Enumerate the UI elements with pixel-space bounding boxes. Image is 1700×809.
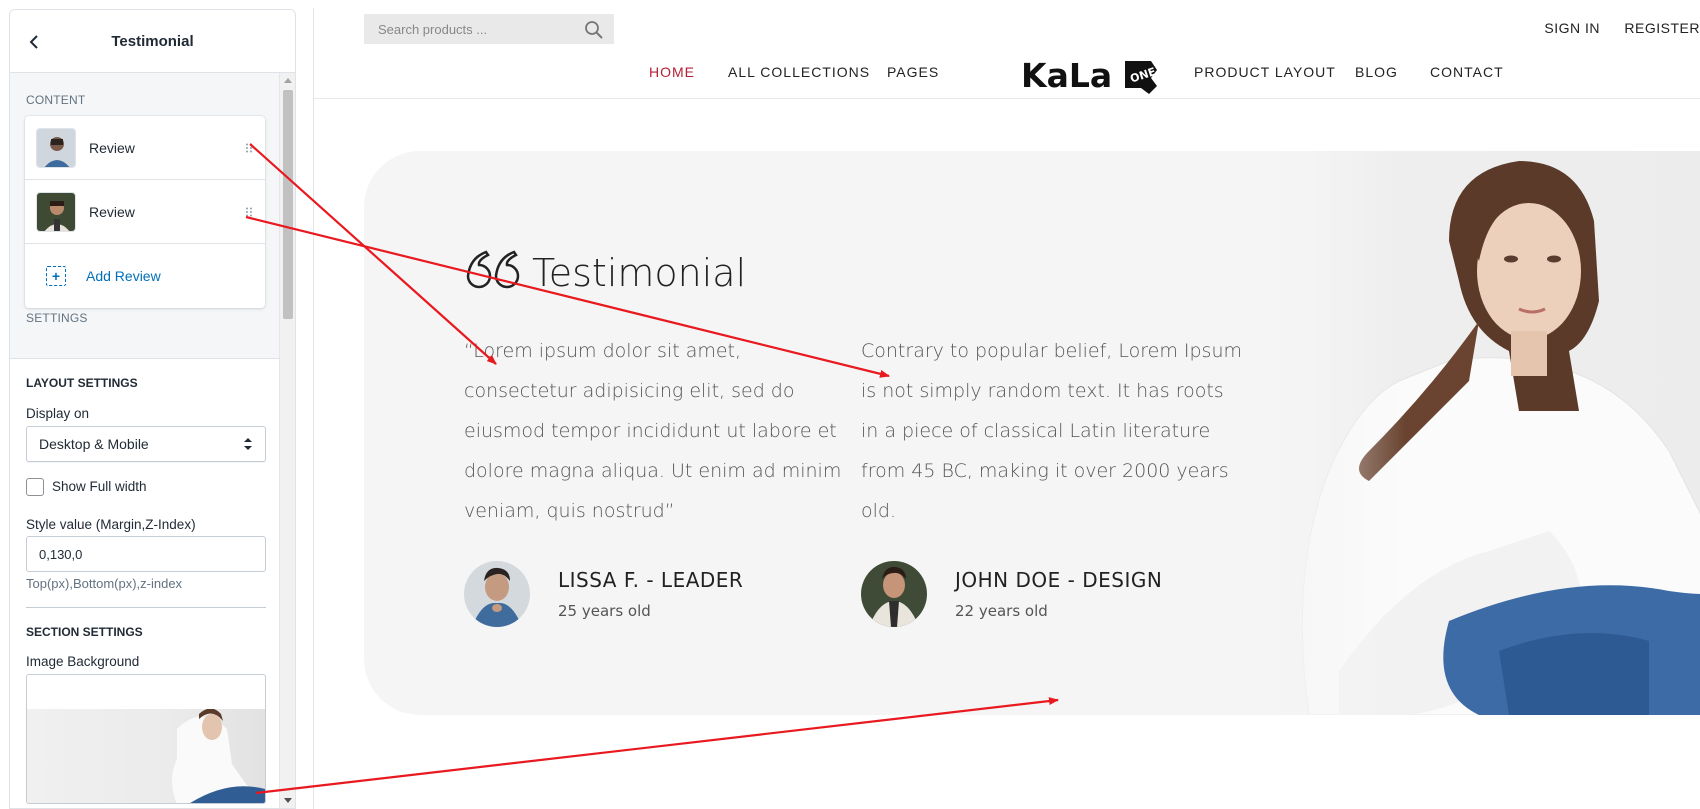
full-width-label: Show Full width: [52, 479, 147, 494]
search-input[interactable]: Search products ...: [364, 14, 614, 44]
reviewer-age: 25 years old: [558, 602, 651, 620]
block-label: Review: [89, 203, 135, 220]
drag-handle-icon[interactable]: [245, 207, 253, 217]
reviewer-name: LISSA F. - LEADER: [558, 568, 744, 592]
add-block-icon: +: [46, 266, 66, 286]
block-item[interactable]: Review: [25, 116, 265, 180]
account-links: SIGN IN REGISTER: [1524, 20, 1700, 36]
reviewer: JOHN DOE - DESIGN 22 years old: [861, 561, 1162, 627]
style-help-text: Top(px),Bottom(px),z-index: [26, 576, 183, 591]
reviewer-avatar: [464, 561, 530, 627]
divider: [26, 607, 266, 608]
style-value-input[interactable]: 0,130,0: [26, 536, 266, 572]
reviewer-info: LISSA F. - LEADER 25 years old: [558, 568, 743, 620]
nav-product-layout[interactable]: PRODUCT LAYOUT: [1194, 64, 1336, 80]
display-on-label: Display on: [26, 406, 90, 421]
nav-blog[interactable]: BLOG: [1355, 64, 1398, 80]
scrollbar-thumb[interactable]: [283, 90, 293, 319]
add-review-label: Add Review: [86, 268, 161, 284]
register-link[interactable]: REGISTER: [1624, 20, 1700, 36]
display-on-select[interactable]: Desktop & Mobile: [26, 426, 266, 462]
block-avatar: [36, 191, 76, 232]
select-arrows-icon: [244, 438, 252, 450]
reviewer-name: JOHN DOE - DESIGN: [955, 568, 1163, 592]
sign-in-link[interactable]: SIGN IN: [1544, 20, 1600, 36]
storefront-preview: Search products ... SIGN IN REGISTER HOM…: [313, 8, 1700, 809]
add-review-button[interactable]: + Add Review: [25, 244, 265, 308]
chevron-left-icon: [29, 35, 38, 49]
reviewer-avatar: [861, 561, 927, 627]
settings-section-label: SETTINGS: [26, 311, 88, 325]
search-placeholder: Search products ...: [378, 21, 488, 37]
kala-one-logo[interactable]: KaLa ONE: [1021, 56, 1161, 98]
scroll-up-icon[interactable]: [284, 78, 292, 83]
section-settings-heading: SECTION SETTINGS: [26, 625, 143, 639]
theme-editor-sidebar: Testimonial CONTENT Review Review + Add: [9, 9, 296, 809]
block-avatar: [36, 127, 76, 168]
reviewer-info: JOHN DOE - DESIGN 22 years old: [955, 568, 1162, 620]
logo-text: KaLa: [1021, 56, 1112, 95]
reviewer: LISSA F. - LEADER 25 years old: [464, 561, 743, 627]
model-photo: [1249, 151, 1700, 715]
image-background-label: Image Background: [26, 654, 140, 669]
image-background-thumbnail: [27, 708, 265, 803]
quote-icon: [466, 250, 520, 289]
content-section-label: CONTENT: [26, 93, 86, 107]
review-text: Contrary to popular belief, Lorem Ipsum …: [861, 340, 1242, 522]
display-on-value: Desktop & Mobile: [39, 436, 149, 452]
nav-pages[interactable]: PAGES: [887, 64, 939, 80]
scroll-down-icon[interactable]: [284, 798, 292, 803]
block-item[interactable]: Review: [25, 180, 265, 244]
style-value-label: Style value (Margin,Z-Index): [26, 517, 196, 532]
layout-settings-heading: LAYOUT SETTINGS: [26, 376, 138, 390]
header-divider: [314, 98, 1700, 99]
sidebar-body: CONTENT Review Review + Add Review SETTI…: [10, 73, 281, 808]
review-text: “Lorem ipsum dolor sit amet, consectetur…: [464, 340, 842, 522]
settings-panel: LAYOUT SETTINGS Display on Desktop & Mob…: [10, 358, 281, 808]
nav-contact[interactable]: CONTACT: [1430, 64, 1504, 80]
testimonial-section: Testimonial “Lorem ipsum dolor sit amet,…: [364, 151, 1700, 715]
sidebar-scrollbar[interactable]: [279, 73, 295, 808]
blocks-card: Review Review + Add Review: [25, 116, 265, 308]
nav-all-collections[interactable]: ALL COLLECTIONS: [728, 64, 870, 80]
search-icon[interactable]: [584, 20, 604, 40]
image-background-picker[interactable]: [26, 674, 266, 804]
testimonial-title: Testimonial: [532, 251, 747, 295]
nav-home[interactable]: HOME: [649, 64, 695, 80]
sidebar-title: Testimonial: [111, 32, 194, 50]
drag-handle-icon[interactable]: [245, 143, 253, 153]
full-width-checkbox[interactable]: [26, 478, 44, 496]
block-label: Review: [89, 139, 135, 156]
sidebar-header: Testimonial: [10, 10, 295, 73]
reviewer-age: 22 years old: [955, 602, 1048, 620]
back-button[interactable]: [22, 30, 46, 54]
